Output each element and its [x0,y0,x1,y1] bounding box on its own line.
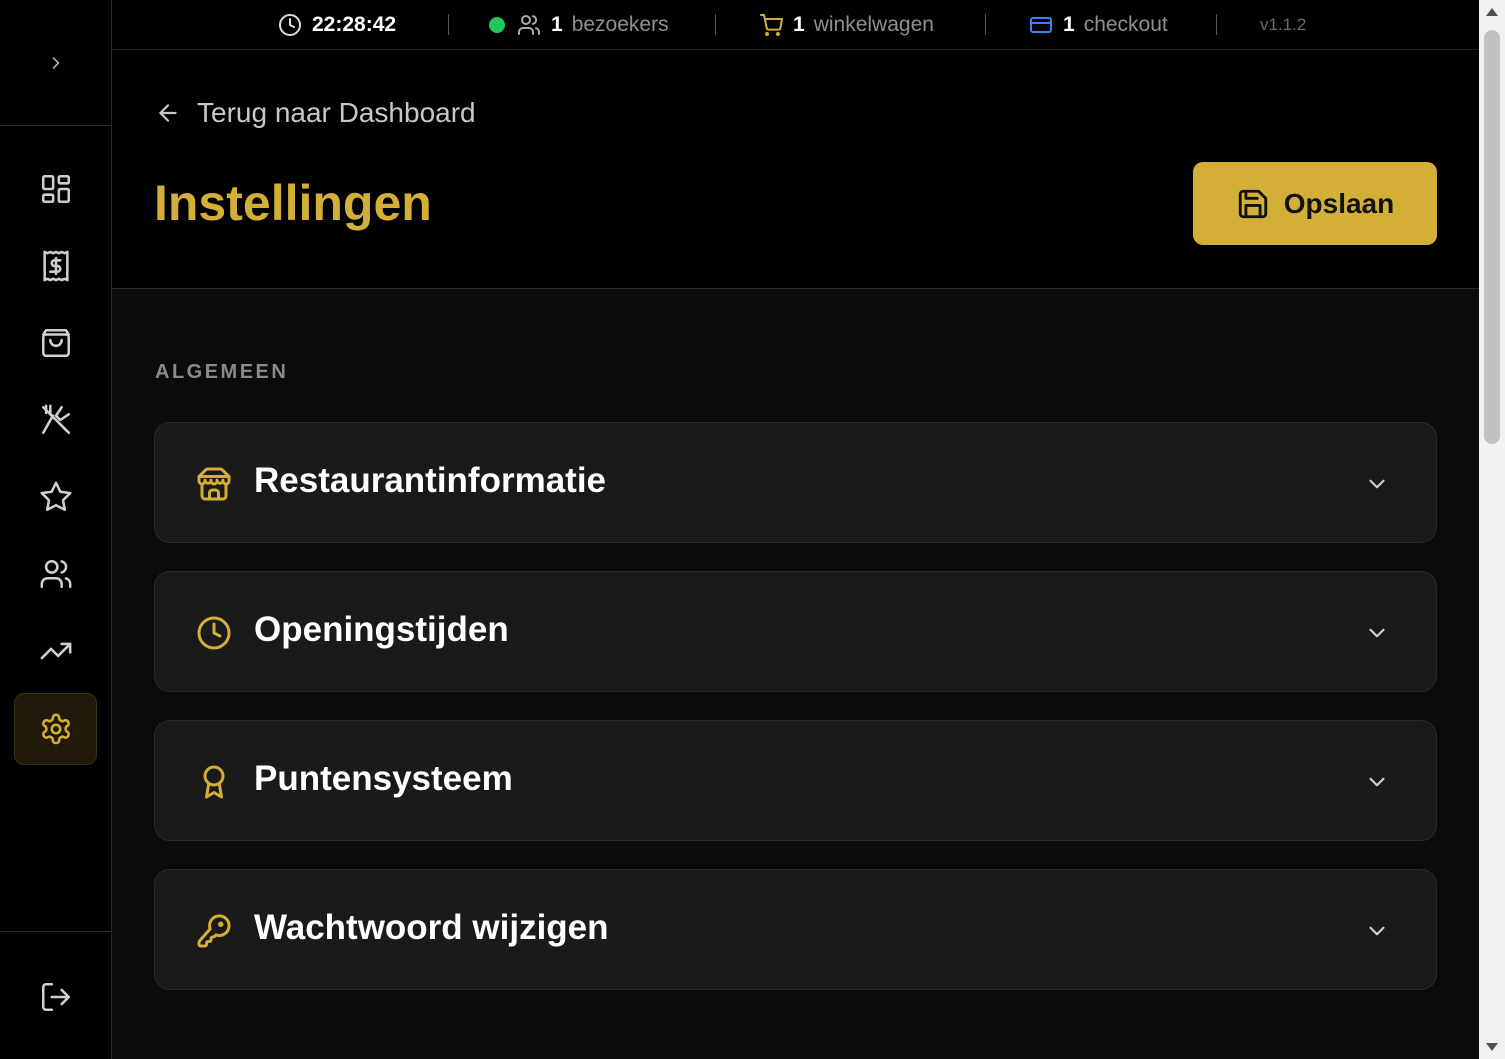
card-label: Openingstijden [254,610,509,649]
arrow-left-icon [159,104,177,122]
trending-up-icon [40,642,71,660]
award-icon [203,765,225,799]
card-label: Wachtwoord wijzigen [254,908,609,947]
shopping-cart-icon [760,14,783,36]
section-label: ALGEMEEN [155,361,289,383]
clock-icon [197,616,231,650]
visitors-count: 1 [551,13,563,36]
save-icon [1238,189,1267,218]
checkout-stat: 1 checkout [1029,0,1168,50]
sidebar-item-settings[interactable] [14,693,97,765]
sidebar-item-shop[interactable] [14,307,97,379]
chevron-down-icon [1369,777,1385,787]
scroll-up-arrow-icon[interactable] [1485,6,1499,18]
cart-label: winkelwagen [813,13,934,36]
sidebar-item-menu[interactable] [14,384,97,456]
checkout-label: checkout [1083,13,1168,36]
users-icon [40,559,71,589]
chevron-down-icon [1369,628,1385,638]
divider [1216,14,1217,35]
dashboard-grid-icon [41,174,70,204]
store-icon [197,467,231,501]
sidebar-item-dashboard[interactable] [14,153,97,225]
settings-card-opening-hours[interactable]: Openingstijden [154,571,1437,692]
visitors-stat: 1 bezoekers [489,0,669,50]
divider [985,14,986,35]
clock-stat: 22:28:42 [278,0,396,50]
settings-content: ALGEMEEN Restaurantinformatie Openingsti… [112,289,1479,1059]
sidebar [0,0,112,1059]
star-icon [40,481,71,512]
clock-time: 22:28:42 [312,13,397,36]
checkout-count: 1 [1063,13,1075,36]
chevron-down-icon [1369,479,1385,489]
receipt-dollar-icon [42,250,69,282]
settings-card-restaurant-info[interactable]: Restaurantinformatie [154,422,1437,543]
online-status-dot [489,17,505,33]
cart-stat: 1 winkelwagen [759,0,934,50]
card-label: Restaurantinformatie [254,461,607,500]
sidebar-item-orders[interactable] [14,230,97,302]
users-icon [518,15,541,35]
divider [715,14,716,35]
top-status-bar: 22:28:42 1 bezoekers 1 winkelwagen 1 che… [112,0,1479,50]
clock-icon [279,14,301,36]
sidebar-item-analytics[interactable] [14,615,97,687]
divider [448,14,449,35]
back-to-dashboard-link[interactable]: Terug naar Dashboard [155,95,476,131]
back-link-label: Terug naar Dashboard [197,97,476,128]
utensils-off-icon [41,404,70,435]
sidebar-footer [0,931,111,1059]
logout-button[interactable] [14,961,97,1033]
scroll-down-arrow-icon[interactable] [1485,1041,1499,1053]
card-label: Puntensysteem [254,759,513,798]
page-title: Instellingen [154,175,432,231]
key-icon [197,914,231,948]
chevron-right-icon [52,57,60,69]
sidebar-expand-button[interactable] [0,0,111,126]
chevron-down-icon [1369,926,1385,936]
settings-card-points-system[interactable]: Puntensysteem [154,720,1437,841]
version-label: v1.1.2 [1260,15,1307,34]
visitors-label: bezoekers [571,13,669,36]
sidebar-item-reviews[interactable] [14,461,97,533]
save-button[interactable]: Opslaan [1193,162,1437,245]
credit-card-icon [1030,17,1052,33]
scrollbar-thumb[interactable] [1484,30,1500,444]
page-header: Terug naar Dashboard Instellingen Opslaa… [112,50,1479,289]
logout-icon [41,982,70,1012]
sidebar-item-customers[interactable] [14,538,97,610]
save-button-label: Opslaan [1283,187,1395,219]
gear-icon [41,713,70,745]
settings-card-change-password[interactable]: Wachtwoord wijzigen [154,869,1437,990]
shopping-bag-icon [41,328,70,358]
cart-count: 1 [793,13,805,36]
